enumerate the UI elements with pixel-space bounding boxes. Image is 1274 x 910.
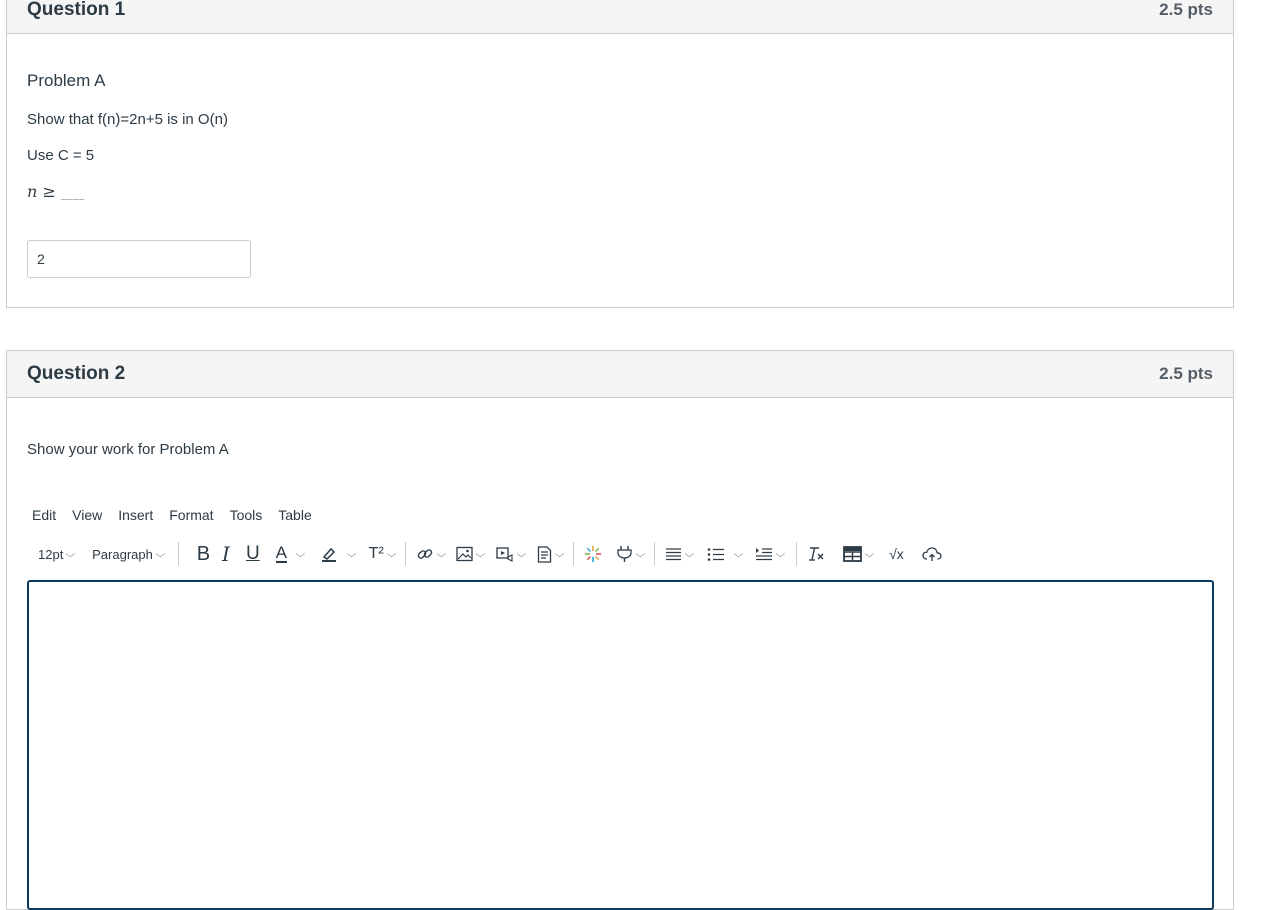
align-icon	[665, 547, 682, 562]
underline-button[interactable]: U	[246, 540, 260, 568]
bullet-list-button[interactable]: ⌵	[707, 540, 742, 568]
chevron-down-icon: ⌵	[636, 549, 646, 560]
font-size-select[interactable]: 12pt ⌵	[38, 540, 74, 568]
font-size-value: 12pt	[38, 547, 63, 562]
chevron-down-icon: ⌵	[555, 549, 565, 560]
highlight-icon	[320, 545, 338, 563]
chevron-down-icon: ⌵	[436, 549, 446, 560]
image-icon	[456, 546, 473, 562]
chevron-down-icon: ⌵	[155, 549, 165, 560]
block-format-value: Paragraph	[92, 547, 153, 562]
chevron-down-icon: ⌵	[865, 549, 875, 560]
align-button[interactable]: ⌵	[665, 540, 693, 568]
problem-label: Problem A	[27, 71, 105, 91]
question-1-prompt: Show that f(n)=2n+5 is in O(n)	[27, 111, 228, 128]
table-button[interactable]: ⌵	[843, 540, 873, 568]
question-2-points: 2.5 pts	[1159, 364, 1213, 384]
link-icon	[416, 545, 434, 563]
plugin-icon	[616, 545, 633, 563]
chevron-down-icon: ⌵	[684, 549, 694, 560]
chevron-down-icon: ⌵	[517, 549, 527, 560]
media-icon	[496, 546, 514, 562]
apps-icon	[584, 545, 602, 563]
equation-icon: √x	[889, 546, 904, 562]
chevron-down-icon: ⌵	[386, 549, 396, 560]
underline-icon: U	[246, 543, 260, 565]
chevron-down-icon: ⌵	[776, 549, 786, 560]
chevron-down-icon: ⌵	[346, 549, 356, 560]
toolbar-separator	[654, 542, 655, 566]
apps-button[interactable]	[584, 540, 602, 568]
toolbar-separator	[405, 542, 406, 566]
indent-icon	[755, 547, 773, 562]
plugin-button[interactable]: ⌵	[616, 540, 644, 568]
equation-button[interactable]: √x	[889, 540, 904, 568]
question-2-title: Question 2	[27, 363, 125, 385]
menu-view[interactable]: View	[72, 507, 102, 523]
menu-table[interactable]: Table	[278, 507, 311, 523]
question-2-prompt: Show your work for Problem A	[27, 441, 229, 458]
toolbar-separator	[178, 542, 179, 566]
bold-button[interactable]: B	[197, 540, 210, 568]
cloud-upload-button[interactable]	[922, 540, 942, 568]
rich-text-editor-area[interactable]	[27, 580, 1214, 910]
clear-formatting-button[interactable]	[807, 540, 825, 568]
question-1-title: Question 1	[27, 0, 125, 21]
editor-toolbar: 12pt ⌵ Paragraph ⌵ B I U A ⌵ ⌵ T² ⌵ ⌵ ⌵ …	[38, 540, 942, 568]
question-1-points: 2.5 pts	[1159, 0, 1213, 20]
chevron-down-icon: ⌵	[296, 549, 306, 560]
chevron-down-icon: ⌵	[733, 549, 743, 560]
table-icon	[843, 546, 862, 562]
answer-input[interactable]	[27, 240, 251, 278]
menu-format[interactable]: Format	[169, 507, 213, 523]
document-button[interactable]: ⌵	[537, 540, 563, 568]
math-variable: n	[27, 182, 37, 201]
block-format-select[interactable]: Paragraph ⌵	[92, 540, 164, 568]
document-icon	[537, 546, 552, 563]
superscript-icon: T²	[369, 545, 384, 563]
toolbar-separator	[573, 542, 574, 566]
media-button[interactable]: ⌵	[496, 540, 525, 568]
editor-menubar: Edit View Insert Format Tools Table	[32, 507, 328, 523]
superscript-button[interactable]: T² ⌵	[369, 540, 395, 568]
menu-tools[interactable]: Tools	[230, 507, 263, 523]
text-color-button[interactable]: A ⌵	[276, 540, 304, 568]
image-button[interactable]: ⌵	[456, 540, 484, 568]
math-operator: ≥	[42, 182, 55, 201]
italic-button[interactable]: I	[222, 540, 230, 568]
bold-icon: B	[197, 543, 210, 566]
math-expression: n ≥ ____	[27, 182, 85, 201]
chevron-down-icon: ⌵	[66, 549, 76, 560]
math-blank: ____	[61, 187, 85, 200]
cloud-upload-icon	[922, 546, 942, 562]
text-color-icon: A	[276, 545, 287, 563]
indent-button[interactable]: ⌵	[755, 540, 784, 568]
highlight-button[interactable]: ⌵	[320, 540, 355, 568]
question-1-card: Question 1 2.5 pts Problem A Show that f…	[6, 0, 1234, 308]
question-2-header: Question 2 2.5 pts	[7, 351, 1233, 398]
question-1-header: Question 1 2.5 pts	[7, 0, 1233, 34]
constant-hint: Use C = 5	[27, 147, 94, 164]
bullet-list-icon	[707, 547, 725, 562]
chevron-down-icon: ⌵	[476, 549, 486, 560]
toolbar-separator	[796, 542, 797, 566]
menu-edit[interactable]: Edit	[32, 507, 56, 523]
clear-formatting-icon	[807, 546, 825, 562]
italic-icon: I	[222, 542, 230, 566]
menu-insert[interactable]: Insert	[118, 507, 153, 523]
link-button[interactable]: ⌵	[416, 540, 445, 568]
